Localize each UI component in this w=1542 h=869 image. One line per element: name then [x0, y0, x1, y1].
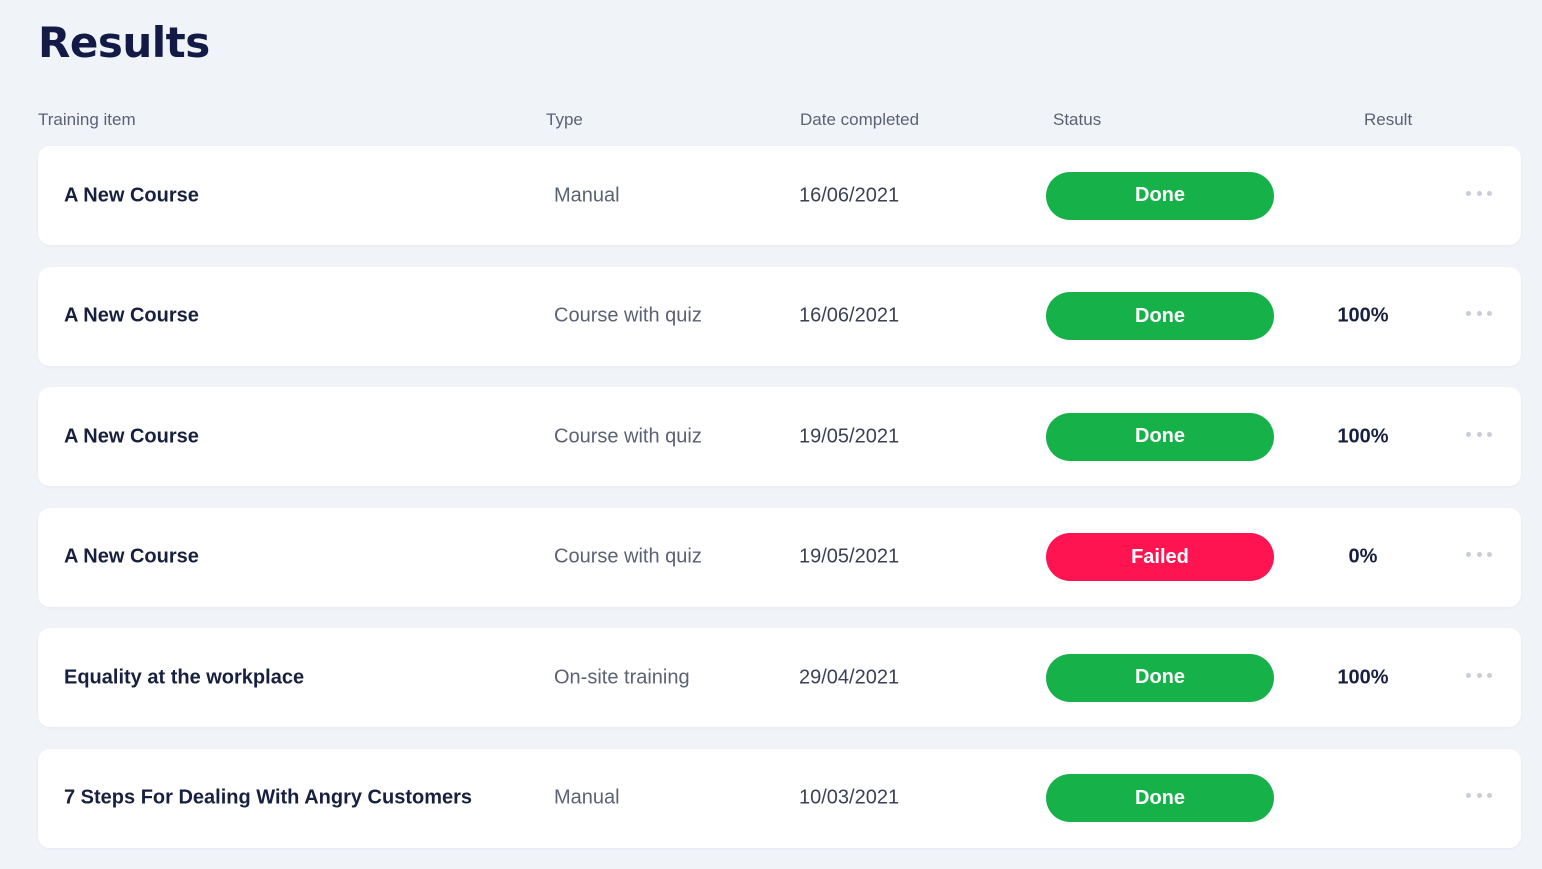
table-row[interactable]: A New Course Course with quiz 19/05/2021… [38, 507, 1521, 607]
date-completed: 16/06/2021 [799, 304, 900, 327]
table-row[interactable]: 7 Steps For Dealing With Angry Customers… [38, 748, 1521, 848]
results-list: A New Course Manual 16/06/2021 Done A Ne… [38, 146, 1521, 869]
more-horizontal-icon[interactable] [1466, 429, 1492, 439]
more-horizontal-icon[interactable] [1466, 550, 1492, 560]
page-title: Results [38, 18, 210, 67]
table-row[interactable]: A New Course Course with quiz 16/06/2021… [38, 266, 1521, 366]
status-badge: Done [1046, 171, 1274, 220]
table-row[interactable]: A New Course Manual 16/06/2021 Done [38, 146, 1521, 245]
training-item-name[interactable]: A New Course [64, 305, 199, 328]
training-item-type: On-site training [554, 666, 690, 688]
status-badge: Failed [1046, 533, 1274, 581]
column-header-training-item: Training item [38, 110, 136, 129]
table-row[interactable]: A New Course Course with quiz 19/05/2021… [38, 387, 1521, 486]
training-item-name[interactable]: A New Course [64, 425, 199, 448]
status-badge: Done [1046, 412, 1274, 461]
date-completed: 19/05/2021 [799, 425, 900, 447]
more-horizontal-icon[interactable] [1466, 791, 1492, 801]
training-item-name[interactable]: A New Course [64, 546, 199, 569]
date-completed: 10/03/2021 [799, 786, 900, 809]
training-item-name[interactable]: Equality at the workplace [64, 666, 304, 689]
more-horizontal-icon[interactable] [1466, 670, 1492, 680]
training-item-type: Manual [554, 184, 620, 206]
table-header: Training item Type Date completed Status… [0, 110, 1542, 134]
training-item-type: Course with quiz [554, 304, 702, 327]
result-value: 100% [1337, 666, 1389, 688]
date-completed: 19/05/2021 [799, 545, 900, 568]
result-value: 100% [1337, 425, 1389, 447]
training-item-type: Course with quiz [554, 545, 702, 568]
column-header-status: Status [1053, 110, 1102, 129]
status-badge: Done [1046, 774, 1274, 822]
column-header-type: Type [546, 110, 583, 129]
date-completed: 29/04/2021 [799, 666, 900, 688]
status-badge: Done [1046, 653, 1274, 702]
status-badge: Done [1046, 292, 1274, 340]
result-value: 100% [1337, 304, 1389, 327]
training-item-name[interactable]: A New Course [64, 184, 199, 207]
result-value: 0% [1348, 545, 1378, 568]
training-item-type: Manual [554, 786, 620, 809]
table-row[interactable]: Equality at the workplace On-site traini… [38, 628, 1521, 727]
column-header-date-completed: Date completed [800, 110, 920, 129]
column-header-result: Result [1364, 110, 1413, 129]
date-completed: 16/06/2021 [799, 184, 900, 206]
more-horizontal-icon[interactable] [1466, 309, 1492, 319]
training-item-name[interactable]: 7 Steps For Dealing With Angry Customers [64, 787, 472, 810]
training-item-type: Course with quiz [554, 425, 702, 447]
more-horizontal-icon[interactable] [1466, 188, 1492, 198]
